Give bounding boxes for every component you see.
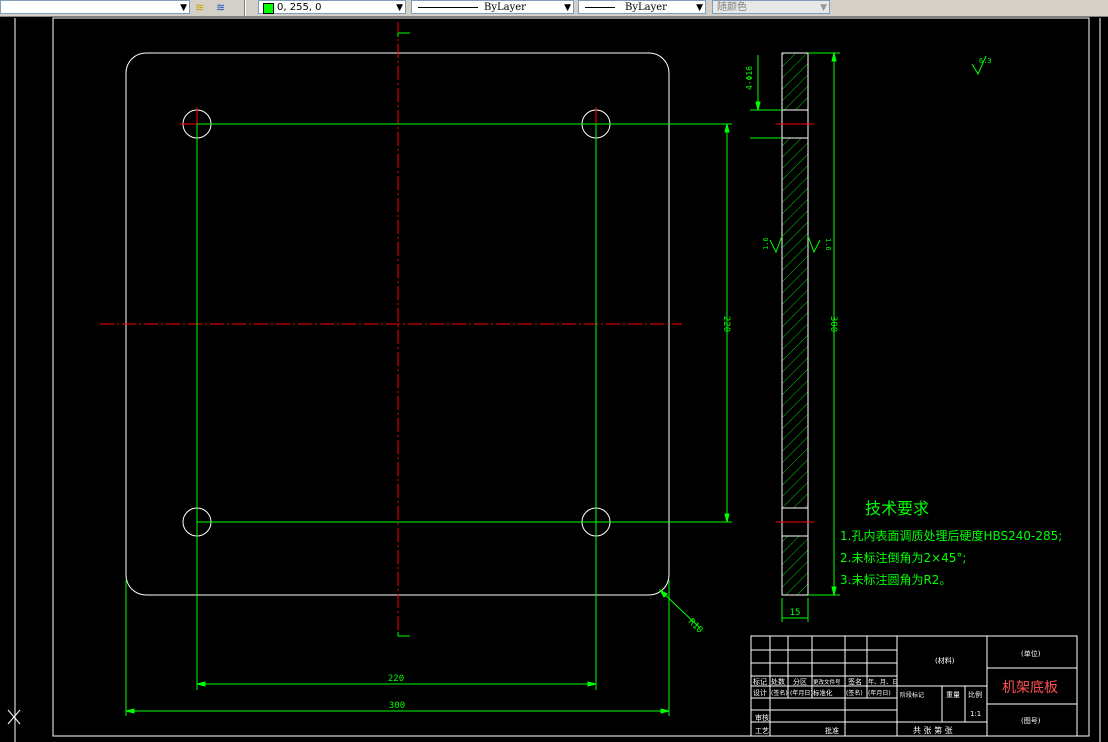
chevron-down-icon: ▼ (180, 3, 187, 13)
toolbar-separator (244, 0, 246, 16)
roughness-remaining-label: 6.3 (979, 57, 992, 65)
layer-state-icon[interactable]: ≋ (195, 1, 204, 14)
tb-unit: (单位) (1021, 649, 1041, 658)
dim-300-vertical-label: 300 (828, 316, 838, 332)
roughness-symbol-left (769, 235, 783, 254)
tech-req-line-2: 2.未标注倒角为2×45°; (840, 550, 966, 565)
tb-scale-label: 比例 (968, 690, 982, 699)
tb-zone: 分区 (793, 677, 807, 686)
tb-stage: 阶段标记 (900, 691, 924, 699)
section-mark-bottom (397, 632, 410, 637)
part-name: 机架底板 (1002, 680, 1058, 696)
roughness-symbol-right (807, 235, 821, 254)
properties-toolbar: ▼ ≋ ≋ 0, 255, 0 ▼ ByLayer ▼ ByLayer ▼ 随颜… (0, 0, 1108, 17)
tb-standard-date: (年月日) (868, 689, 891, 697)
linetype-value: ByLayer (484, 2, 526, 13)
tb-drawing-no: (图号) (1021, 717, 1041, 725)
tech-req-title: 技术要求 (865, 499, 929, 518)
tb-standard: 标准化 (813, 688, 833, 697)
color-value: 0, 255, 0 (277, 2, 322, 13)
chevron-down-icon: ▼ (396, 3, 403, 13)
linetype-sample (418, 7, 478, 8)
tb-standard-sign: (签名) (846, 689, 863, 697)
tb-sheets: 共 张 第 张 (913, 725, 953, 735)
tb-count: 处数 (771, 677, 785, 686)
tb-weight: 重量 (946, 691, 960, 699)
tb-process: 工艺 (755, 727, 769, 735)
tb-change-doc: 更改文件号 (813, 678, 841, 686)
tech-req-line-1: 1.孔内表面调质处理后硬度HBS240-285; (840, 528, 1062, 543)
tb-design-date: (年月日) (790, 689, 813, 697)
layer-dropdown[interactable]: ▼ (0, 0, 190, 14)
tech-req-line-3: 3.未标注圆角为R2。 (840, 572, 951, 587)
tb-design-sign: (签名) (771, 689, 788, 697)
dim-220-vertical-label: 220 (721, 316, 731, 332)
tb-date: 年、月、日 (868, 678, 898, 686)
hole-center-lines (125, 123, 732, 716)
tb-review: 审核 (755, 713, 769, 722)
dim-hole-dia (755, 55, 761, 111)
chevron-down-icon: ▼ (820, 3, 827, 13)
dim-hole-dia-label: 4-Φ16 (745, 66, 754, 90)
roughness-left-label: 1.6 (762, 237, 770, 250)
tb-approve: 批准 (825, 726, 839, 735)
dim-r10-label: R10 (686, 617, 705, 636)
chevron-down-icon: ▼ (564, 3, 571, 13)
tb-sign: 签名 (848, 677, 862, 686)
section-mark-top (397, 32, 410, 37)
drawing-canvas[interactable]: 220 300 220 R10 300 15 4-Φ16 1.6 1.6 6.3… (0, 17, 1108, 742)
lineweight-sample (585, 7, 615, 8)
lineweight-value: ByLayer (625, 2, 667, 13)
ucs-icon (7, 709, 21, 725)
color-swatch-icon (263, 3, 274, 14)
drawing-border (52, 17, 1090, 737)
dim-15-label: 15 (790, 608, 801, 618)
lineweight-dropdown[interactable]: ByLayer ▼ (578, 0, 706, 14)
linetype-dropdown[interactable]: ByLayer ▼ (411, 0, 574, 14)
tb-mark: 标记 (753, 677, 767, 686)
plotstyle-value: 随颜色 (717, 2, 747, 13)
chevron-down-icon: ▼ (696, 3, 703, 13)
tb-design: 设计 (753, 688, 767, 697)
layer-previous-icon[interactable]: ≋ (216, 1, 225, 14)
roughness-right-label: 1.6 (824, 238, 832, 251)
color-dropdown[interactable]: 0, 255, 0 ▼ (258, 0, 406, 14)
plotstyle-dropdown[interactable]: 随颜色 ▼ (712, 0, 830, 14)
dim-220-horizontal-label: 220 (388, 674, 404, 684)
tb-material: (材料) (935, 656, 955, 665)
tb-scale-value: 1:1 (970, 710, 981, 718)
dim-300-horizontal-label: 300 (389, 701, 405, 711)
